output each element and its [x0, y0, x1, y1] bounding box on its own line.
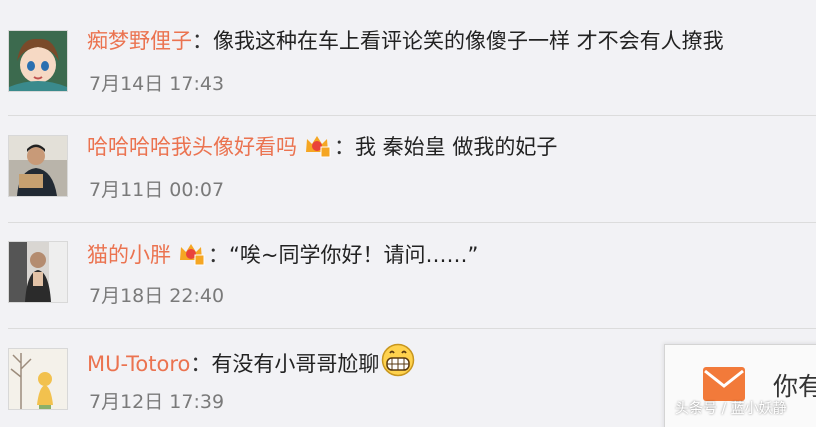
username-link[interactable]: 猫的小胖	[87, 243, 171, 267]
separator: ：	[192, 29, 213, 53]
watermark: 头条号 / 蓝小妖静	[675, 401, 787, 417]
comment-line: 哈哈哈哈我头像好看吗 ：我 秦始皇 做我的妃子	[87, 130, 557, 162]
comment-text: 我 秦始皇 做我的妃子	[355, 135, 558, 159]
comment-text: 有没有小哥哥尬聊	[211, 352, 380, 376]
anime-girl-avatar-icon	[9, 31, 67, 91]
separator: ：	[208, 243, 229, 267]
avatar[interactable]	[8, 135, 68, 197]
divider	[8, 222, 816, 223]
separator: ：	[334, 135, 355, 159]
comment-time: 7月14日 17:43	[89, 73, 225, 95]
illustration-avatar-icon	[9, 349, 67, 409]
comment-text: 像我这种在车上看评论笑的像傻子一样 才不会有人撩我	[213, 29, 724, 53]
comment-time: 7月12日 17:39	[89, 391, 225, 413]
comment-text: “唉~同学你好！请问……”	[229, 243, 479, 267]
avatar[interactable]	[8, 241, 68, 303]
comment-time: 7月11日 00:07	[89, 179, 225, 201]
vip-crown-badge-icon	[306, 136, 331, 158]
vip-crown-badge-icon	[180, 244, 205, 266]
separator: ：	[190, 352, 212, 376]
comment-line: MU-Totoro：有没有小哥哥尬聊	[87, 343, 415, 379]
username-link[interactable]: 痴梦野俚子	[87, 29, 192, 53]
username-link[interactable]: MU-Totoro	[87, 352, 190, 376]
man-photo-avatar-icon	[9, 136, 67, 196]
divider	[8, 328, 816, 329]
avatar[interactable]	[8, 30, 68, 92]
avatar[interactable]	[8, 348, 68, 410]
grinning-face-emoji-icon	[382, 343, 415, 377]
comment-feed: 痴梦野俚子：像我这种在车上看评论笑的像傻子一样 才不会有人撩我 7月14日 17…	[0, 0, 816, 427]
divider	[8, 115, 816, 116]
comment-time: 7月18日 22:40	[89, 285, 225, 307]
comment-line: 痴梦野俚子：像我这种在车上看评论笑的像傻子一样 才不会有人撩我	[87, 26, 724, 56]
person-photo-avatar-icon	[9, 242, 67, 302]
mail-icon[interactable]	[703, 367, 745, 401]
username-link[interactable]: 哈哈哈哈我头像好看吗	[87, 135, 297, 159]
comment-line: 猫的小胖 ：“唉~同学你好！请问……”	[87, 238, 478, 270]
